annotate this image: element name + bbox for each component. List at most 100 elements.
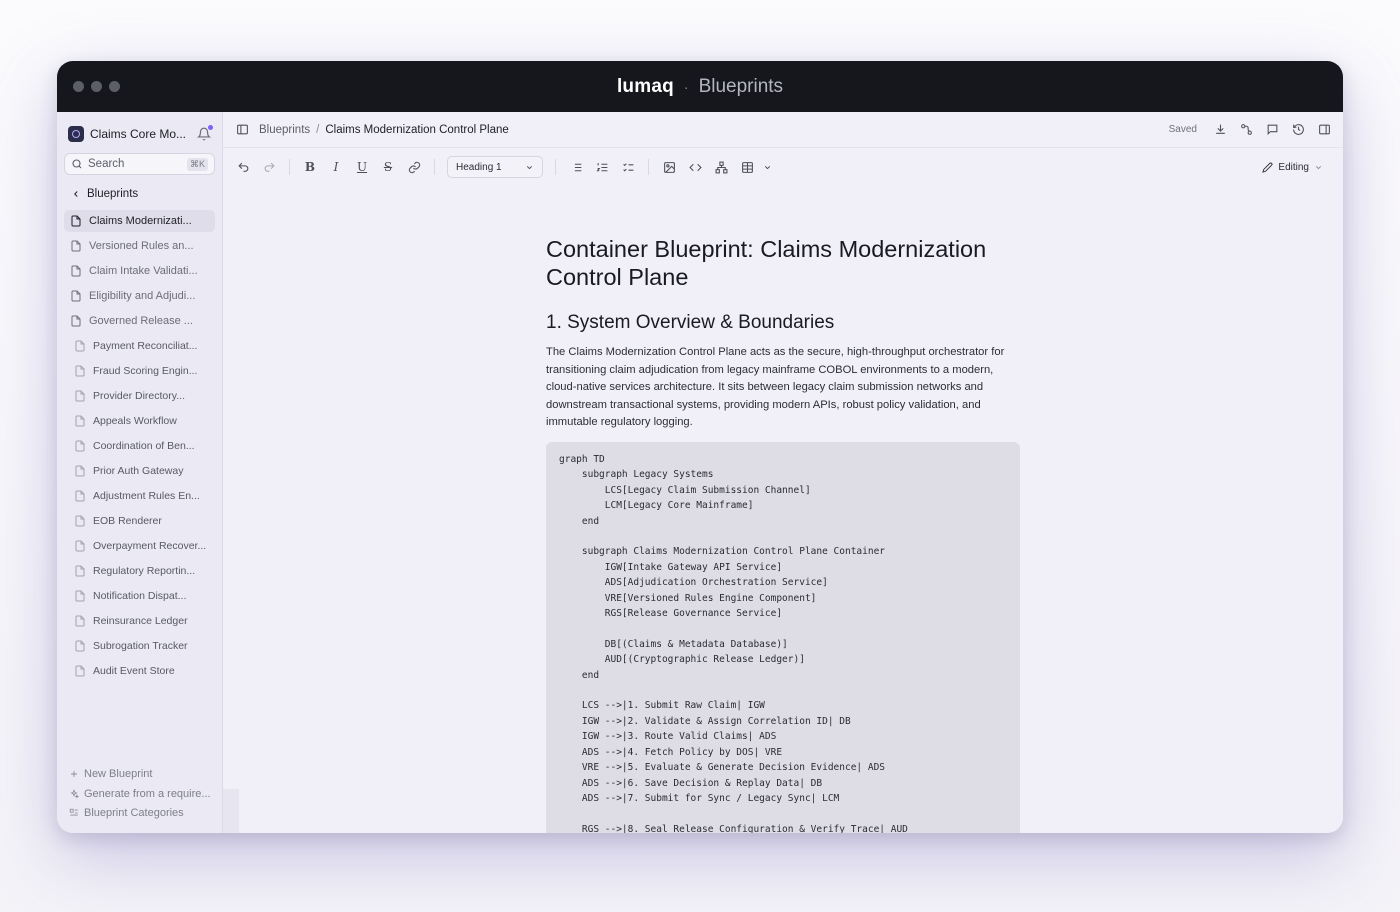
sidebar-item-reinsurance-ledger[interactable]: Reinsurance Ledger	[64, 610, 215, 632]
notification-badge	[208, 125, 213, 130]
image-icon[interactable]	[661, 159, 677, 175]
heading-select-value: Heading 1	[456, 161, 502, 173]
table-icon[interactable]	[739, 159, 755, 175]
strikethrough-button[interactable]: S	[380, 159, 396, 175]
sidebar-item-payment-reconciliation[interactable]: Payment Reconciliat...	[64, 335, 215, 357]
sidebar-item-label: Overpayment Recover...	[93, 540, 207, 552]
document-icon	[71, 265, 81, 277]
sidebar-item-label: Audit Event Store	[93, 665, 175, 677]
sidebar-item-fraud-scoring[interactable]: Fraud Scoring Engin...	[64, 360, 215, 382]
bold-button[interactable]: B	[302, 159, 318, 175]
document-icon	[71, 240, 81, 252]
sidebar-item-overpayment-recovery[interactable]: Overpayment Recover...	[64, 535, 215, 557]
editing-mode-dropdown[interactable]: Editing	[1262, 162, 1323, 173]
sidebar-item-label: Notification Dispat...	[93, 590, 187, 602]
document-icon	[75, 515, 85, 527]
document-icon	[75, 665, 85, 677]
search-placeholder: Search	[88, 158, 125, 170]
sidebar-item-claim-intake[interactable]: Claim Intake Validati...	[64, 260, 215, 282]
sidebar-item-label: Fraud Scoring Engin...	[93, 365, 198, 377]
window-controls	[73, 81, 120, 92]
sidebar-item-notification-dispatch[interactable]: Notification Dispat...	[64, 585, 215, 607]
code-block[interactable]: graph TD subgraph Legacy Systems LCS[Leg…	[546, 441, 1020, 833]
link-icon[interactable]	[406, 159, 422, 175]
pencil-icon	[1262, 162, 1273, 173]
toggle-panel-icon[interactable]	[1317, 123, 1331, 137]
breadcrumb-current: Claims Modernization Control Plane	[325, 123, 509, 136]
sidebar-item-prior-auth-gateway[interactable]: Prior Auth Gateway	[64, 460, 215, 482]
numbered-list-icon[interactable]	[594, 159, 610, 175]
window-title: lumaq · Blueprints	[617, 76, 783, 98]
document-title[interactable]: Container Blueprint: Claims Modernizatio…	[546, 235, 1020, 291]
sidebar-item-label: Versioned Rules an...	[89, 240, 194, 252]
workflow-icon[interactable]	[1239, 123, 1253, 137]
sidebar-item-regulatory-reporting[interactable]: Regulatory Reportin...	[64, 560, 215, 582]
editor-area: Blueprints / Claims Modernization Contro…	[223, 112, 1343, 833]
toolbar-divider	[555, 159, 556, 175]
download-icon[interactable]	[1213, 123, 1227, 137]
italic-button[interactable]: I	[328, 159, 344, 175]
workspace-switcher[interactable]: Claims Core Mo...	[64, 122, 215, 146]
app-brand: lumaq	[616, 75, 674, 97]
generate-label: Generate from a require...	[84, 787, 211, 800]
search-shortcut: ⌘K	[186, 157, 208, 171]
sidebar-item-versioned-rules[interactable]: Versioned Rules an...	[64, 235, 215, 257]
redo-icon[interactable]	[261, 159, 277, 175]
new-blueprint-button[interactable]: New Blueprint	[69, 765, 211, 785]
search-input[interactable]: Search ⌘K	[64, 153, 215, 175]
sidebar-item-label: Reinsurance Ledger	[93, 615, 188, 627]
blueprint-list: Claims Modernizati... Versioned Rules an…	[64, 210, 215, 682]
document-icon	[75, 615, 85, 627]
resize-handle[interactable]	[223, 789, 239, 833]
toolbar-divider	[289, 159, 290, 175]
document-icon	[75, 540, 85, 552]
sidebar-item-adjustment-rules[interactable]: Adjustment Rules En...	[64, 485, 215, 507]
title-bar: lumaq · Blueprints	[57, 61, 1343, 112]
topbar-actions: Saved	[1169, 123, 1331, 137]
document-icon	[75, 440, 85, 452]
heading-style-select[interactable]: Heading 1	[447, 156, 543, 178]
sidebar: Claims Core Mo... Search ⌘K Blueprints C…	[57, 112, 223, 833]
history-icon[interactable]	[1291, 123, 1305, 137]
maximize-window-button[interactable]	[109, 81, 120, 92]
undo-icon[interactable]	[235, 159, 251, 175]
sidebar-item-coordination-of-benefits[interactable]: Coordination of Ben...	[64, 435, 215, 457]
sidebar-item-subrogation-tracker[interactable]: Subrogation Tracker	[64, 635, 215, 657]
sidebar-item-label: Subrogation Tracker	[93, 640, 188, 652]
toolbar-divider	[648, 159, 649, 175]
document-icon	[75, 340, 85, 352]
sidebar-item-label: Appeals Workflow	[93, 415, 177, 427]
format-toolbar: B I U S Heading 1 Editing	[223, 148, 1343, 186]
document-icon	[71, 215, 81, 227]
comments-icon[interactable]	[1265, 123, 1279, 137]
sidebar-item-label: Eligibility and Adjudi...	[89, 290, 196, 302]
diagram-icon[interactable]	[713, 159, 729, 175]
section-heading[interactable]: 1. System Overview & Boundaries	[546, 312, 1020, 334]
sidebar-item-governed-release[interactable]: Governed Release ...	[64, 310, 215, 332]
notifications-bell-icon[interactable]	[196, 125, 213, 141]
sidebar-item-appeals-workflow[interactable]: Appeals Workflow	[64, 410, 215, 432]
chevron-left-icon	[74, 191, 78, 197]
underline-button[interactable]: U	[354, 159, 370, 175]
document-content[interactable]: Container Blueprint: Claims Modernizatio…	[546, 232, 1020, 833]
blueprint-categories-button[interactable]: Blueprint Categories	[69, 804, 211, 824]
toggle-sidebar-icon[interactable]	[235, 123, 249, 137]
chevron-down-icon[interactable]	[759, 159, 775, 175]
checklist-icon[interactable]	[620, 159, 636, 175]
chevron-down-icon	[1315, 165, 1322, 169]
sidebar-footer: New Blueprint Generate from a require...…	[69, 765, 211, 824]
back-to-blueprints[interactable]: Blueprints	[64, 184, 215, 204]
search-icon	[72, 159, 82, 169]
sidebar-item-claims-modernization[interactable]: Claims Modernizati...	[64, 210, 215, 232]
bullet-list-icon[interactable]	[568, 159, 584, 175]
close-window-button[interactable]	[73, 81, 84, 92]
sidebar-item-eligibility[interactable]: Eligibility and Adjudi...	[64, 285, 215, 307]
code-icon[interactable]	[687, 159, 703, 175]
breadcrumb-root[interactable]: Blueprints	[259, 124, 310, 136]
sidebar-item-provider-directory[interactable]: Provider Directory...	[64, 385, 215, 407]
overview-paragraph[interactable]: The Claims Modernization Control Plane a…	[546, 344, 1020, 432]
generate-from-requirements-button[interactable]: Generate from a require...	[69, 784, 211, 804]
sidebar-item-audit-event-store[interactable]: Audit Event Store	[64, 660, 215, 682]
sidebar-item-eob-renderer[interactable]: EOB Renderer	[64, 510, 215, 532]
minimize-window-button[interactable]	[91, 81, 102, 92]
